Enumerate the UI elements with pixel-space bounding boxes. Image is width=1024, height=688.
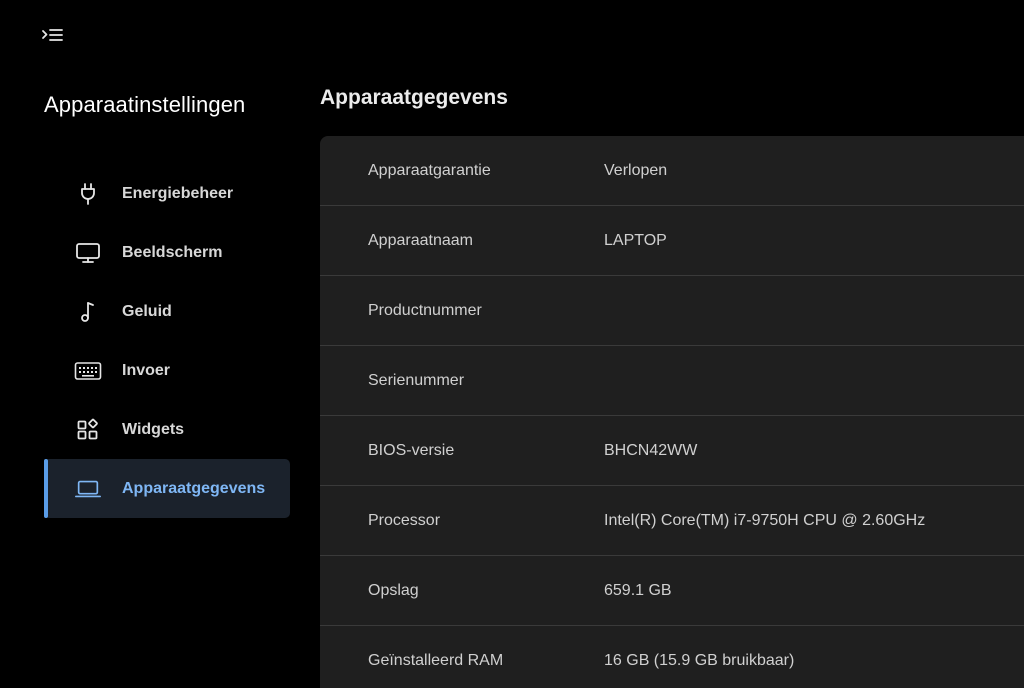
sidebar: Apparaatinstellingen Energiebeheer Beeld… bbox=[0, 0, 300, 688]
info-row-serial-number: Serienummer bbox=[320, 346, 1024, 416]
sidebar-item-invoer[interactable]: Invoer bbox=[44, 341, 290, 400]
info-row-installed-ram: Geïnstalleerd RAM 16 GB (15.9 GB bruikba… bbox=[320, 626, 1024, 688]
page-title: Apparaatgegevens bbox=[320, 86, 508, 109]
sidebar-title: Apparaatinstellingen bbox=[44, 92, 246, 117]
sidebar-item-label: Apparaatgegevens bbox=[122, 479, 266, 497]
sidebar-item-beeldscherm[interactable]: Beeldscherm bbox=[44, 223, 290, 282]
info-key: Opslag bbox=[368, 581, 419, 599]
info-key: BIOS-versie bbox=[368, 441, 455, 459]
info-row-product-number: Productnummer bbox=[320, 276, 1024, 346]
sidebar-item-label: Energiebeheer bbox=[122, 184, 234, 202]
info-key: Geïnstalleerd RAM bbox=[368, 651, 504, 669]
sidebar-item-widgets[interactable]: Widgets bbox=[44, 400, 290, 459]
music-note-icon bbox=[74, 298, 102, 326]
widgets-icon bbox=[74, 416, 102, 444]
info-row-processor: Processor Intel(R) Core(TM) i7-9750H CPU… bbox=[320, 486, 1024, 556]
info-row-storage: Opslag 659.1 GB bbox=[320, 556, 1024, 626]
info-key: Productnummer bbox=[368, 301, 482, 319]
info-key: Apparaatgarantie bbox=[368, 161, 491, 179]
sidebar-item-label: Invoer bbox=[122, 361, 171, 379]
info-key: Processor bbox=[368, 511, 441, 529]
info-value: LAPTOP bbox=[604, 231, 667, 249]
info-value: Verlopen bbox=[604, 161, 668, 179]
info-row-device-name: Apparaatnaam LAPTOP bbox=[320, 206, 1024, 276]
info-row-warranty: Apparaatgarantie Verlopen bbox=[320, 136, 1024, 206]
keyboard-icon bbox=[74, 357, 102, 385]
info-value: Intel(R) Core(TM) i7-9750H CPU @ 2.60GHz bbox=[604, 511, 926, 529]
monitor-icon bbox=[74, 239, 102, 267]
info-value: 16 GB (15.9 GB bruikbaar) bbox=[604, 651, 795, 669]
info-row-bios-version: BIOS-versie BHCN42WW bbox=[320, 416, 1024, 486]
sidebar-item-label: Widgets bbox=[122, 420, 185, 438]
power-plug-icon bbox=[74, 180, 102, 208]
sidebar-nav: Energiebeheer Beeldscherm Geluid Invoer … bbox=[44, 164, 290, 518]
info-value: 659.1 GB bbox=[604, 581, 672, 599]
sidebar-item-geluid[interactable]: Geluid bbox=[44, 282, 290, 341]
laptop-icon bbox=[74, 475, 102, 503]
sidebar-item-apparaatgegevens[interactable]: Apparaatgegevens bbox=[44, 459, 290, 518]
app-window: Apparaatinstellingen Energiebeheer Beeld… bbox=[0, 0, 1024, 688]
info-key: Apparaatnaam bbox=[368, 231, 473, 249]
sidebar-item-energiebeheer[interactable]: Energiebeheer bbox=[44, 164, 290, 223]
device-info-panel: Apparaatgarantie Verlopen Apparaatnaam L… bbox=[320, 136, 1024, 688]
info-value: BHCN42WW bbox=[604, 441, 698, 459]
sidebar-item-label: Beeldscherm bbox=[122, 243, 223, 261]
sidebar-item-label: Geluid bbox=[122, 302, 172, 320]
info-key: Serienummer bbox=[368, 371, 465, 389]
